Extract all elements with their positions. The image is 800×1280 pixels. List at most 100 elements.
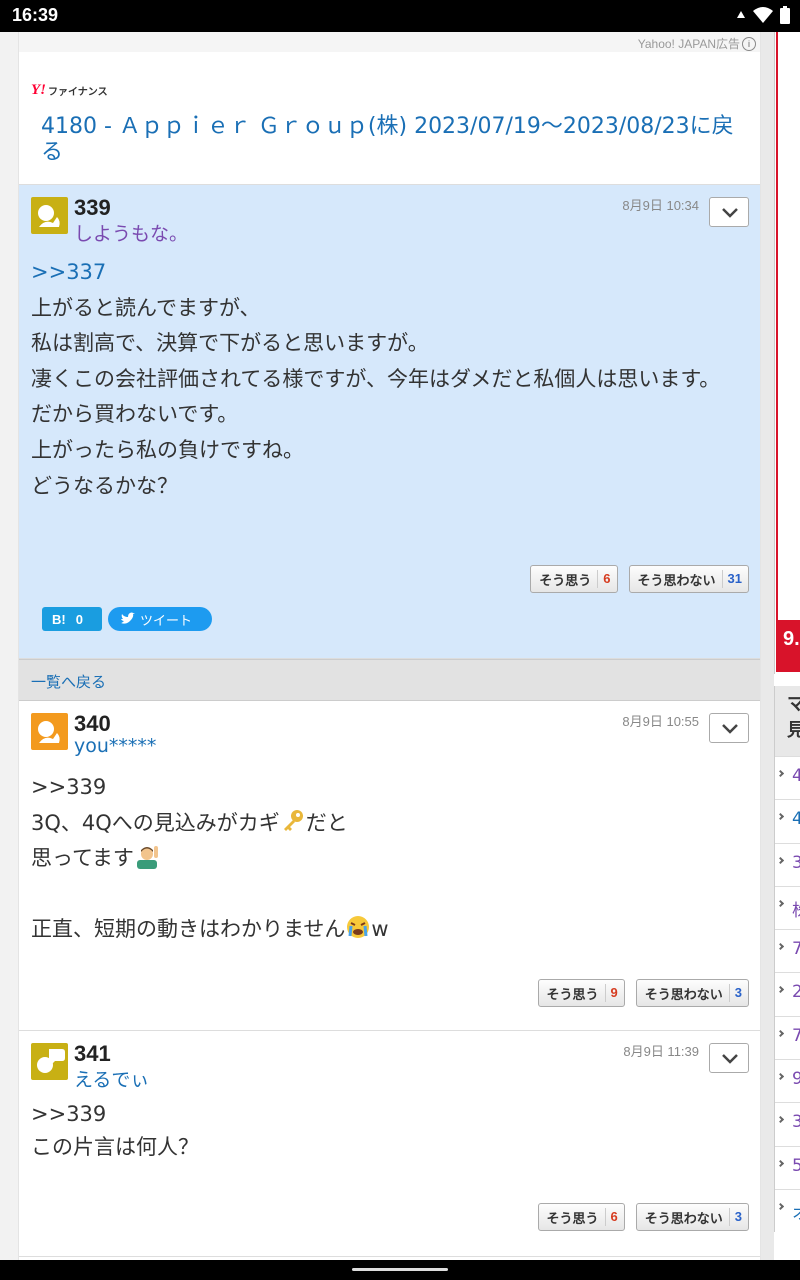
- chevron-right-icon: [776, 856, 785, 864]
- avatar[interactable]: [31, 197, 68, 234]
- comment-item: 339 しようもな。 8月9日 10:34 >>337 上がると読んでますが、 …: [19, 185, 760, 659]
- disagree-button[interactable]: そう思わない 3: [635, 979, 749, 1007]
- back-to-list-bar: 一覧へ戻る: [19, 659, 760, 701]
- comment-text-line: 思ってます: [31, 846, 134, 871]
- back-to-list-link[interactable]: 一覧へ戻る: [31, 671, 106, 692]
- agree-count: 6: [597, 570, 616, 588]
- sidebar-list-item[interactable]: 3: [775, 842, 800, 886]
- tweet-label: ツイート: [140, 613, 193, 629]
- twitter-bird-icon: [121, 612, 135, 624]
- sidebar-list-item[interactable]: 4: [775, 799, 800, 842]
- chevron-right-icon: [776, 1116, 785, 1124]
- disagree-label: そう思わない: [637, 573, 716, 589]
- chevron-right-icon: [776, 769, 785, 778]
- comment-item: 340 you***** 8月9日 10:55 >>339 3Q、4Qへの見込み…: [19, 701, 760, 1031]
- sidebar-list-item[interactable]: オ: [775, 1188, 800, 1232]
- agree-button[interactable]: そう思う 9: [537, 979, 625, 1007]
- sidebar-list-item[interactable]: 2: [775, 972, 800, 1015]
- vote-buttons: そう思う 9 そう思わない 3: [537, 979, 749, 1007]
- disagree-label: そう思わない: [644, 1211, 723, 1227]
- comment-menu-button[interactable]: [709, 197, 749, 227]
- sidebar-list-item[interactable]: 3: [775, 1102, 800, 1145]
- disagree-label: そう思わない: [644, 987, 723, 1003]
- reply-anchor-text: >>339: [31, 775, 107, 799]
- sidebar-item-label: 株: [792, 896, 800, 921]
- comment-date: 8月9日 11:39: [623, 1044, 699, 1059]
- disagree-button[interactable]: そう思わない 3: [635, 1203, 749, 1231]
- comment-date: 8月9日 10:34: [622, 198, 699, 213]
- avatar-face-icon: [38, 721, 60, 743]
- tweet-button[interactable]: ツイート: [108, 607, 212, 631]
- comment-body: >>339 3Q、4Qへの見込みがカギ だと 思ってます 正直、短期の動きはわかり…: [31, 770, 746, 948]
- chevron-down-icon: [722, 1054, 738, 1064]
- chevron-right-icon: [776, 899, 785, 907]
- signal-icon: [737, 11, 745, 18]
- home-gesture-handle[interactable]: [352, 1268, 448, 1271]
- crying-face-emoji-icon: [347, 916, 370, 939]
- vote-buttons: そう思う 6 そう思わない 31: [530, 565, 749, 593]
- agree-label: そう思う: [546, 1211, 599, 1227]
- page: Yahoo! JAPAN広告 i Y! ファイナンス 4180 - Ａｐｐｉｅｒ…: [0, 32, 800, 1260]
- comment-username[interactable]: しようもな。: [74, 219, 188, 246]
- comment-text-line: w: [371, 917, 389, 942]
- chevron-right-icon: [776, 1029, 785, 1037]
- disagree-count: 31: [721, 570, 748, 588]
- status-icons: [736, 6, 790, 24]
- sidebar-item-label: 7: [792, 939, 800, 960]
- ad-label[interactable]: Yahoo! JAPAN広告 i: [638, 35, 756, 52]
- chevron-down-icon: [722, 208, 738, 218]
- chevron-right-icon: [776, 1202, 785, 1211]
- agree-count: 6: [604, 1208, 624, 1226]
- navigation-bar: [0, 1260, 800, 1280]
- avatar[interactable]: [31, 1043, 68, 1080]
- sidebar-list-item[interactable]: 5: [775, 1145, 800, 1189]
- agree-button[interactable]: そう思う 6: [530, 565, 618, 593]
- comment-number: 339: [74, 195, 111, 220]
- comment-number: 340: [74, 711, 111, 736]
- sidebar-list-item[interactable]: 株: [775, 885, 800, 929]
- social-share: B! 0 ツイート: [42, 607, 212, 631]
- logo-text: ファイナンス: [48, 87, 108, 98]
- avatar-face-icon: [38, 205, 60, 227]
- sidebar-list-item[interactable]: 9: [775, 1059, 800, 1102]
- comment-username[interactable]: えるでぃ: [74, 1065, 149, 1092]
- hatena-bookmark-button[interactable]: B! 0: [42, 607, 102, 631]
- comment-text-line: 3Q、4Qへの見込みがカギ: [31, 810, 280, 835]
- sidebar-item-label: 7: [792, 1025, 800, 1046]
- sidebar-list-item[interactable]: 7: [775, 929, 800, 972]
- agree-label: そう思う: [546, 987, 599, 1003]
- disagree-button[interactable]: そう思わない 31: [628, 565, 749, 593]
- key-emoji-icon: [283, 809, 303, 831]
- chevron-right-icon: [776, 986, 785, 994]
- comment-date: 8月9日 10:55: [622, 714, 699, 729]
- board-header: Y! ファイナンス 4180 - Ａｐｐｉｅｒ Ｇｒｏｕｐ(株) 2023/07…: [19, 52, 760, 185]
- sidebar-list: マ 見 4 4 3 株 7 2 7 9 3 5 オ: [774, 686, 800, 1233]
- comment-number: 341: [74, 1041, 111, 1066]
- disagree-count: 3: [728, 1208, 748, 1226]
- comment-text-line: 正直、短期の動きはわかりません: [31, 917, 346, 942]
- comment-text: 上がると読んでますが、 私は割高で、決算で下がると思いますが。 凄くこの会社評価…: [31, 295, 721, 498]
- sidebar-item-label: オ: [792, 1199, 800, 1224]
- agree-button[interactable]: そう思う 6: [537, 1203, 625, 1231]
- comment-menu-button[interactable]: [709, 713, 749, 743]
- back-to-board-link[interactable]: 4180 - Ａｐｐｉｅｒ Ｇｒｏｕｐ(株) 2023/07/19〜2023/0…: [41, 114, 741, 166]
- right-sidebar: 9. マ 見 4 4 3 株 7 2 7 9 3 5 オ: [774, 32, 800, 1260]
- yahoo-logo-mark: Y!: [31, 82, 46, 98]
- agree-count: 9: [604, 984, 624, 1002]
- sidebar-ad-image: [778, 32, 800, 620]
- wifi-icon: [753, 7, 773, 23]
- comment-item: 341 えるでぃ 8月9日 11:39 >>339 この片言は何人？ そう思う 6…: [19, 1031, 760, 1257]
- avatar[interactable]: [31, 713, 68, 750]
- info-icon[interactable]: i: [742, 36, 756, 51]
- reply-anchor-link[interactable]: >>337: [31, 260, 106, 284]
- comment-body: >>337 上がると読んでますが、 私は割高で、決算で下がると思いますが。 凄く…: [31, 255, 746, 504]
- sidebar-ad[interactable]: 9.: [774, 32, 800, 674]
- sidebar-list-item[interactable]: 7: [775, 1015, 800, 1059]
- sidebar-item-label: 4: [792, 766, 800, 786]
- comment-username[interactable]: you*****: [74, 735, 156, 757]
- yahoo-finance-logo[interactable]: Y! ファイナンス: [31, 82, 108, 99]
- comment-menu-button[interactable]: [709, 1043, 749, 1073]
- comment-body: >>339 この片言は何人？: [31, 1102, 199, 1159]
- sidebar-item-label: 4: [792, 809, 800, 830]
- sidebar-list-item[interactable]: 4: [775, 756, 800, 799]
